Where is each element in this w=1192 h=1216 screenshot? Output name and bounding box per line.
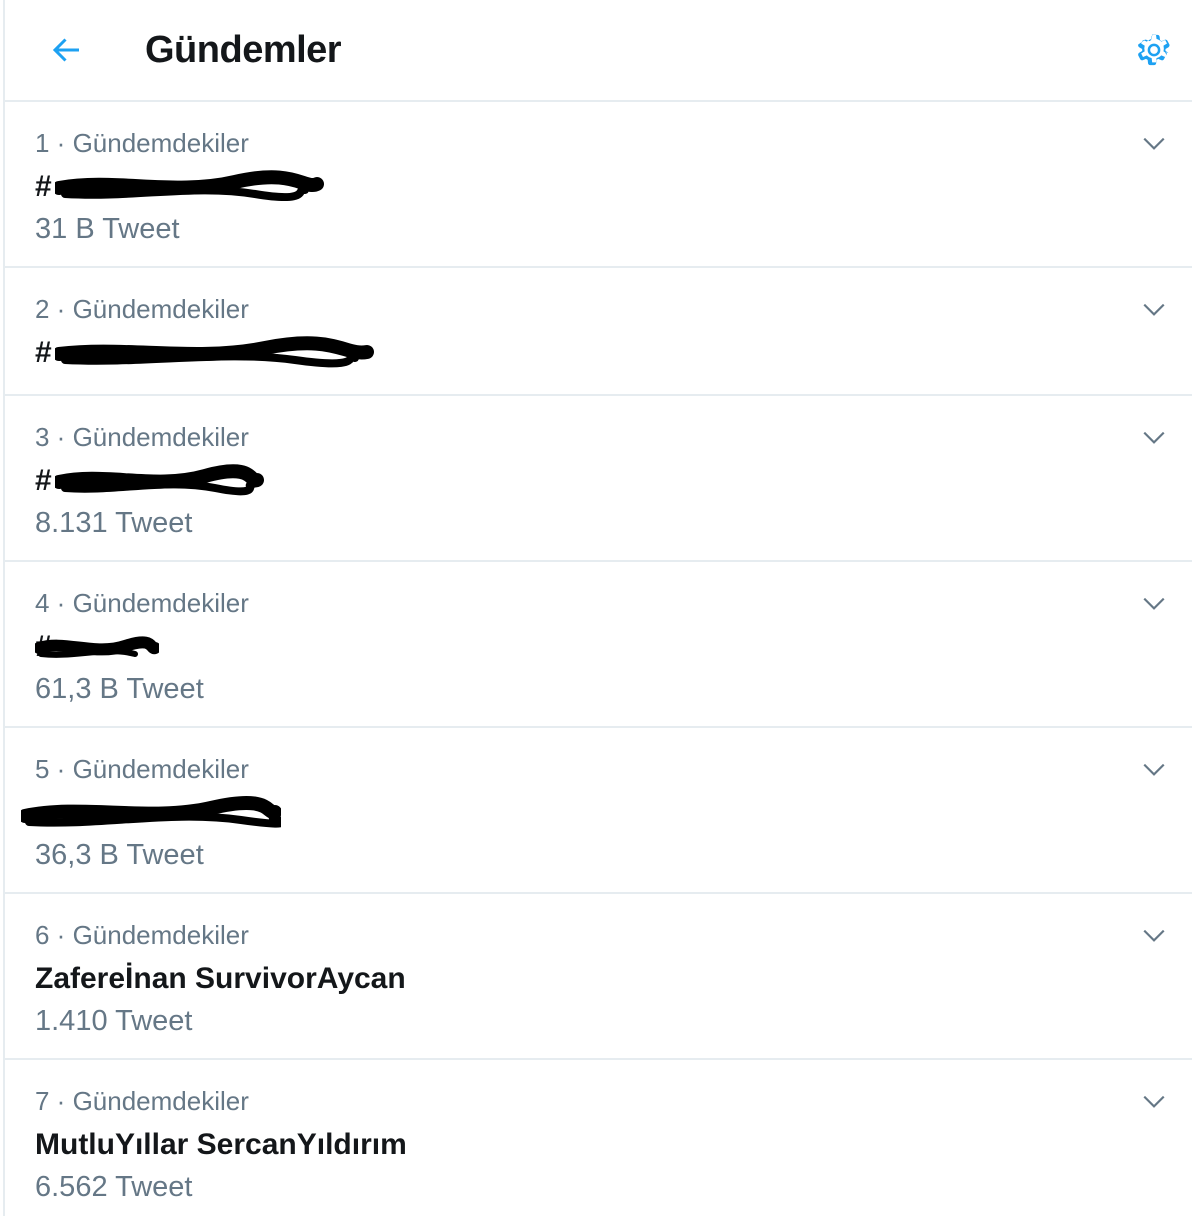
trend-name: MutluYıllar SercanYıldırım: [35, 1128, 407, 1161]
trend-meta: 6 · Gündemdekiler: [35, 920, 249, 950]
back-button[interactable]: [43, 26, 91, 74]
trend-tweet-count: 31 B Tweet: [35, 213, 180, 245]
gear-icon: [1138, 34, 1170, 66]
redaction-scribble: [35, 636, 159, 658]
trend-more-button[interactable]: [1134, 418, 1174, 458]
trend-item-2[interactable]: 2 · Gündemdekiler #: [5, 268, 1192, 396]
trend-name: #: [35, 170, 52, 203]
trend-item-5[interactable]: 5 · Gündemdekiler 36,3 B Tweet: [5, 728, 1192, 894]
trend-more-button[interactable]: [1134, 1082, 1174, 1122]
trend-name: Zaferеİnan SurvivorAycan: [35, 962, 406, 995]
trend-item-4[interactable]: 4 · Gündemdekiler # 61,3 B Tweet: [5, 562, 1192, 728]
chevron-down-icon: [1143, 431, 1165, 444]
chevron-down-icon: [1143, 1095, 1165, 1108]
page-header: Gündemler: [5, 0, 1192, 102]
settings-button[interactable]: [1130, 26, 1178, 74]
chevron-down-icon: [1143, 303, 1165, 316]
trend-tweet-count: 6.562 Tweet: [35, 1171, 193, 1203]
trends-panel: Gündemler 1 · Gündemdekiler # 31 B Tweet: [3, 0, 1192, 1216]
trend-name: #: [35, 630, 52, 663]
trend-item-7[interactable]: 7 · Gündemdekiler MutluYıllar SercanYıld…: [5, 1060, 1192, 1216]
trend-tweet-count: 1.410 Tweet: [35, 1005, 193, 1037]
trend-item-3[interactable]: 3 · Gündemdekiler # 8.131 Tweet: [5, 396, 1192, 562]
trend-more-button[interactable]: [1134, 916, 1174, 956]
redaction-scribble: [21, 796, 281, 828]
chevron-down-icon: [1143, 137, 1165, 150]
chevron-down-icon: [1143, 763, 1165, 776]
trend-item-1[interactable]: 1 · Gündemdekiler # 31 B Tweet: [5, 102, 1192, 268]
trend-tweet-count: 61,3 B Tweet: [35, 673, 204, 705]
trend-more-button[interactable]: [1134, 290, 1174, 330]
trend-name: #: [35, 336, 52, 369]
trend-meta: 2 · Gündemdekiler: [35, 294, 249, 324]
page-title: Gündemler: [145, 29, 342, 71]
trend-meta: 4 · Gündemdekiler: [35, 588, 249, 618]
redaction-scribble: [55, 464, 264, 496]
trend-more-button[interactable]: [1134, 584, 1174, 624]
redaction-scribble: [55, 170, 324, 202]
trend-name: #: [35, 464, 52, 497]
trend-list: 1 · Gündemdekiler # 31 B Tweet 2 · Günde…: [5, 102, 1192, 1216]
trend-item-6[interactable]: 6 · Gündemdekiler Zaferеİnan SurvivorAyc…: [5, 894, 1192, 1060]
trend-meta: 3 · Gündemdekiler: [35, 422, 249, 452]
chevron-down-icon: [1143, 929, 1165, 942]
trend-more-button[interactable]: [1134, 750, 1174, 790]
trend-more-button[interactable]: [1134, 124, 1174, 164]
trend-meta: 1 · Gündemdekiler: [35, 128, 249, 158]
chevron-down-icon: [1143, 597, 1165, 610]
trend-tweet-count: 36,3 B Tweet: [35, 839, 204, 871]
redaction-scribble: [55, 336, 374, 368]
arrow-left-icon: [52, 38, 79, 62]
trend-meta: 7 · Gündemdekiler: [35, 1086, 249, 1116]
trend-meta: 5 · Gündemdekiler: [35, 754, 249, 784]
trend-tweet-count: 8.131 Tweet: [35, 507, 193, 539]
